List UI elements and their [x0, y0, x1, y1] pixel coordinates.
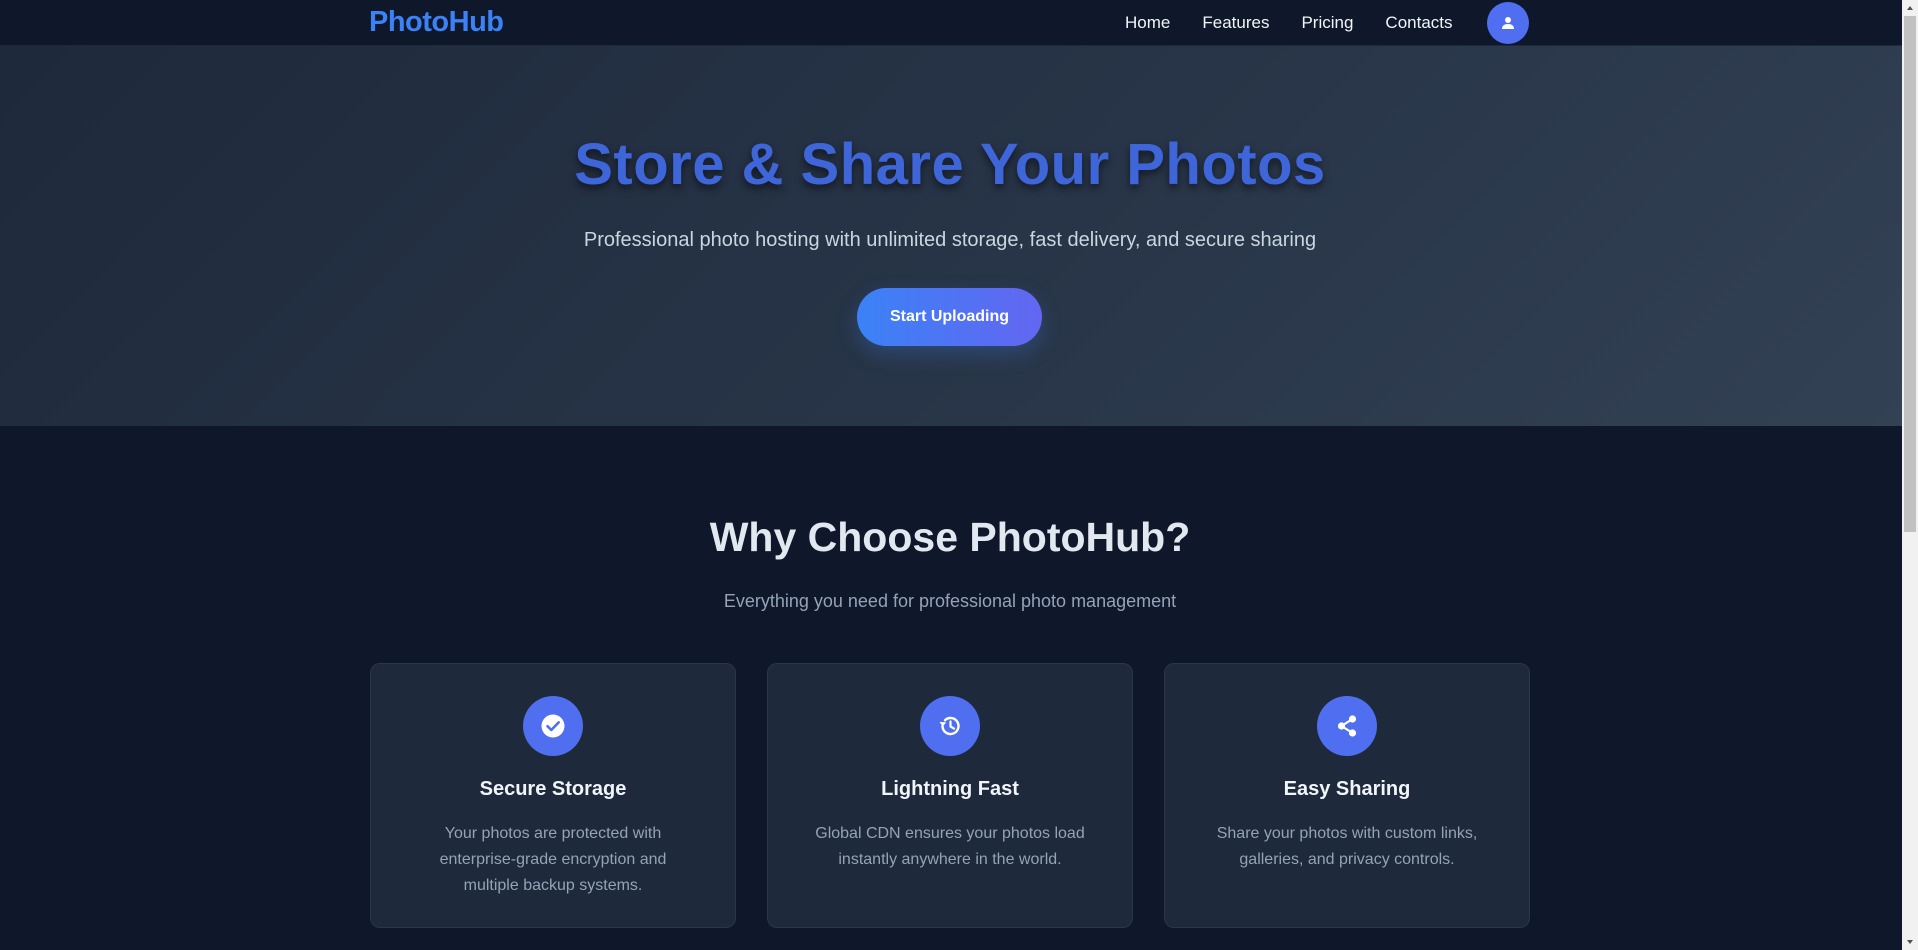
- hero-section: Store & Share Your Photos Professional p…: [0, 46, 1902, 426]
- history-icon: [920, 696, 980, 756]
- nav-links: Home Features Pricing Contacts: [1125, 12, 1453, 34]
- scrollbar-thumb[interactable]: [1904, 16, 1916, 532]
- features-subtitle: Everything you need for professional pho…: [723, 591, 1177, 611]
- page: PhotoHub Home Features Pricing Contacts …: [0, 0, 1918, 950]
- feature-card-lightning-fast: Lightning Fast Global CDN ensures your p…: [767, 663, 1133, 928]
- check-circle-icon: [523, 696, 583, 756]
- features-title: Why Choose PhotoHub?: [709, 514, 1191, 560]
- nav-link-features[interactable]: Features: [1202, 12, 1269, 34]
- scroll-down-arrow-icon[interactable]: [1902, 934, 1918, 950]
- share-icon: [1317, 696, 1377, 756]
- user-icon: [1502, 17, 1514, 29]
- user-avatar-button[interactable]: [1487, 2, 1529, 44]
- nav-link-pricing[interactable]: Pricing: [1301, 12, 1353, 34]
- feature-card-title: Lightning Fast: [881, 778, 1019, 800]
- feature-card-title: Easy Sharing: [1283, 778, 1411, 800]
- feature-card-desc: Global CDN ensures your photos load inst…: [815, 825, 1085, 868]
- navbar: PhotoHub Home Features Pricing Contacts: [0, 0, 1902, 46]
- nav-link-contacts[interactable]: Contacts: [1385, 12, 1452, 34]
- nav-link-home[interactable]: Home: [1125, 12, 1170, 34]
- brand-logo[interactable]: PhotoHub: [369, 6, 504, 39]
- hero-title: Store & Share Your Photos: [574, 132, 1326, 197]
- start-uploading-button[interactable]: Start Uploading: [857, 288, 1042, 346]
- feature-card-secure-storage: Secure Storage Your photos are protected…: [370, 663, 736, 928]
- hero-subtitle: Professional photo hosting with unlimite…: [583, 229, 1317, 251]
- features-section: Why Choose PhotoHub? Everything you need…: [0, 426, 1902, 950]
- feature-card-desc: Share your photos with custom links, gal…: [1216, 825, 1478, 868]
- feature-card-easy-sharing: Easy Sharing Share your photos with cust…: [1164, 663, 1530, 928]
- feature-card-desc: Your photos are protected with enterpris…: [439, 825, 667, 894]
- vertical-scrollbar[interactable]: [1902, 0, 1918, 950]
- feature-card-title: Secure Storage: [479, 778, 627, 800]
- scroll-up-arrow-icon[interactable]: [1902, 0, 1918, 16]
